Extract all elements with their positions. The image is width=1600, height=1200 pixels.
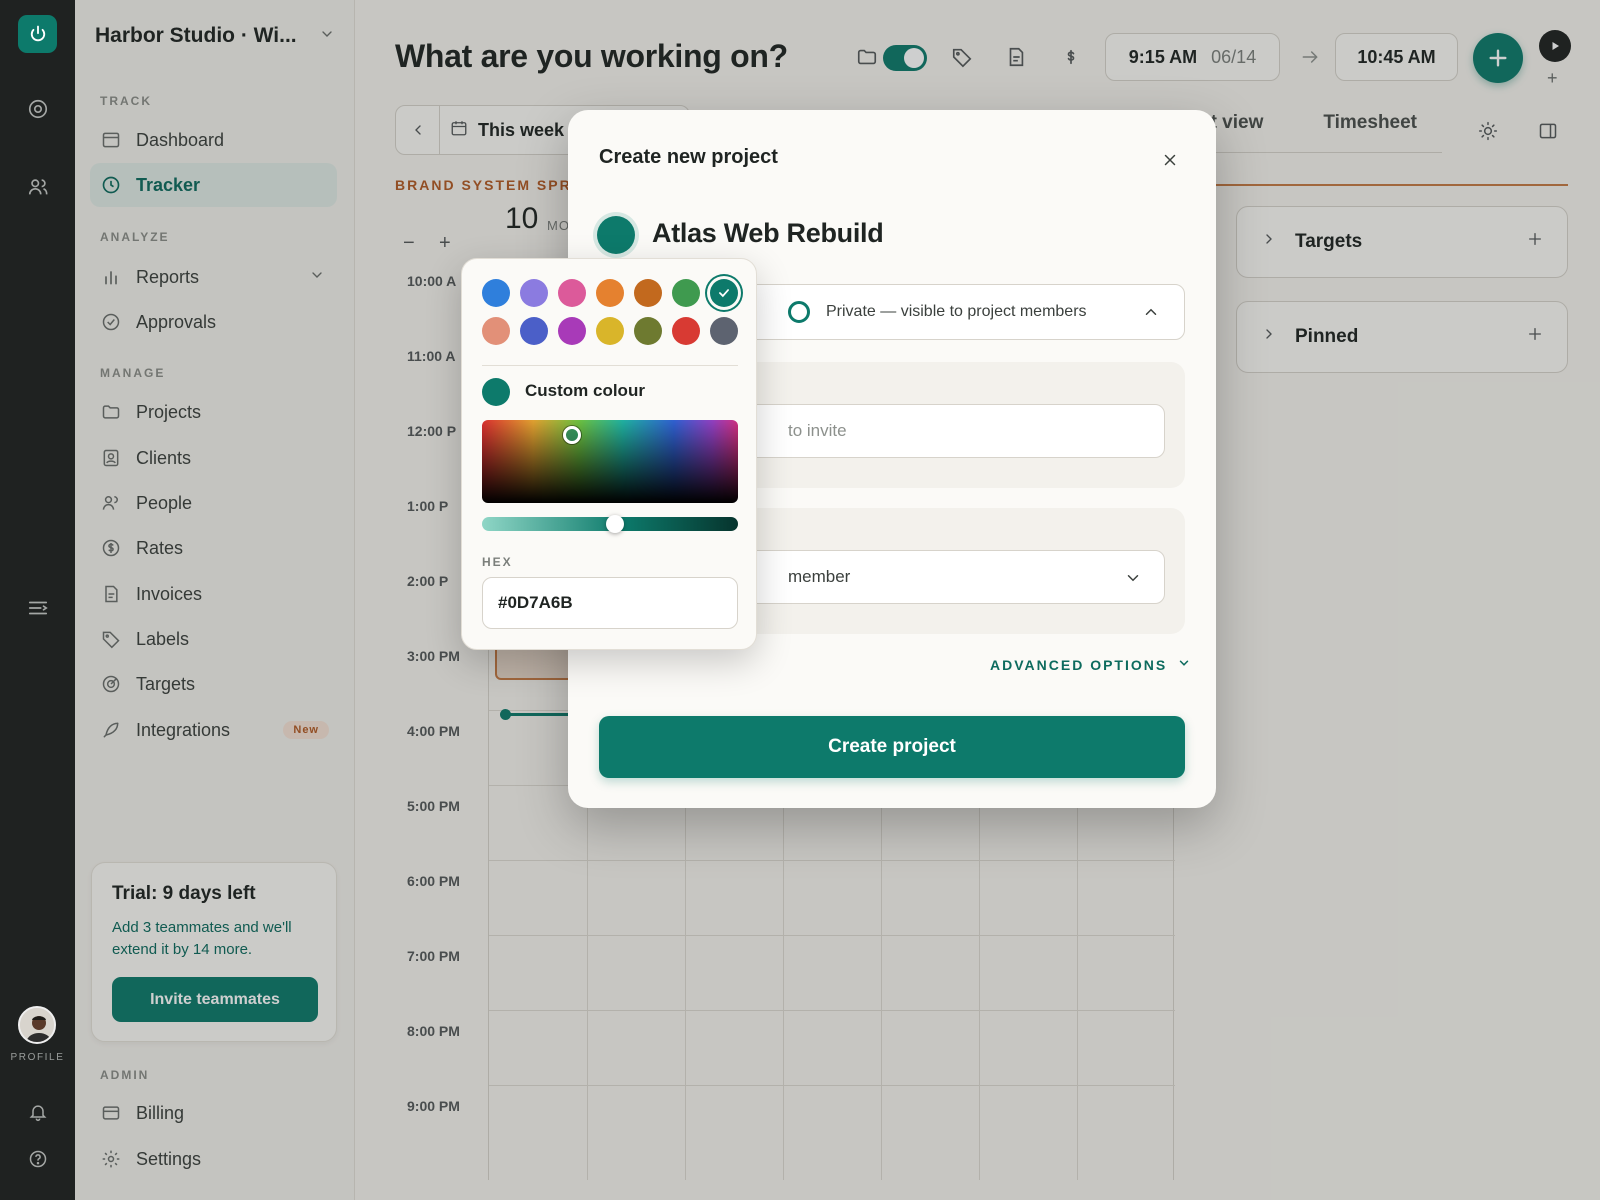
- close-icon[interactable]: [1158, 148, 1182, 172]
- hex-label: HEX: [482, 555, 513, 569]
- people-icon[interactable]: [22, 171, 54, 203]
- hex-input[interactable]: #0D7A6B: [482, 577, 738, 629]
- custom-colour-label: Custom colour: [525, 381, 645, 400]
- avatar[interactable]: [18, 1006, 56, 1044]
- check-icon: [719, 289, 729, 298]
- color-swatch[interactable]: [634, 317, 662, 345]
- color-swatch[interactable]: [710, 317, 738, 345]
- divider: [482, 365, 738, 366]
- color-swatch[interactable]: [634, 279, 662, 307]
- color-swatch[interactable]: [710, 279, 738, 307]
- invite-placeholder: to invite: [788, 421, 847, 440]
- power-icon[interactable]: [18, 15, 57, 53]
- icon-rail: PROFILE: [0, 0, 75, 1200]
- color-swatch[interactable]: [596, 279, 624, 307]
- color-swatch[interactable]: [672, 317, 700, 345]
- advanced-options-toggle[interactable]: ADVANCED OPTIONS: [990, 656, 1191, 673]
- radio-icon: [788, 301, 810, 323]
- advanced-options-label: ADVANCED OPTIONS: [990, 656, 1168, 673]
- slider-knob[interactable]: [606, 515, 625, 533]
- color-swatch[interactable]: [558, 279, 586, 307]
- role-value: member: [788, 567, 851, 586]
- color-swatch[interactable]: [482, 279, 510, 307]
- custom-color-preview: [482, 378, 510, 406]
- modal-title: Create new project: [599, 146, 778, 168]
- color-swatch[interactable]: [596, 317, 624, 345]
- target-icon[interactable]: [22, 93, 54, 125]
- bell-icon[interactable]: [22, 1096, 54, 1128]
- chevron-down-icon: [1177, 656, 1191, 673]
- project-color-button[interactable]: [597, 216, 635, 254]
- help-icon[interactable]: [22, 1143, 54, 1175]
- color-swatch[interactable]: [520, 279, 548, 307]
- profile-label: PROFILE: [10, 1052, 65, 1063]
- color-spectrum[interactable]: [482, 420, 738, 503]
- chevron-up-icon: [1142, 303, 1160, 326]
- collapse-icon[interactable]: [22, 592, 54, 624]
- spectrum-handle[interactable]: [563, 426, 581, 444]
- color-swatch[interactable]: [482, 317, 510, 345]
- visibility-value: Private — visible to project members: [826, 303, 1087, 320]
- color-picker-popover: Custom colour HEX #0D7A6B: [461, 258, 757, 650]
- color-swatch[interactable]: [672, 279, 700, 307]
- create-project-button[interactable]: Create project: [599, 716, 1185, 778]
- chevron-down-icon: [1124, 569, 1142, 592]
- color-swatch[interactable]: [520, 317, 548, 345]
- project-name-input[interactable]: Atlas Web Rebuild: [652, 218, 884, 249]
- color-swatch[interactable]: [558, 317, 586, 345]
